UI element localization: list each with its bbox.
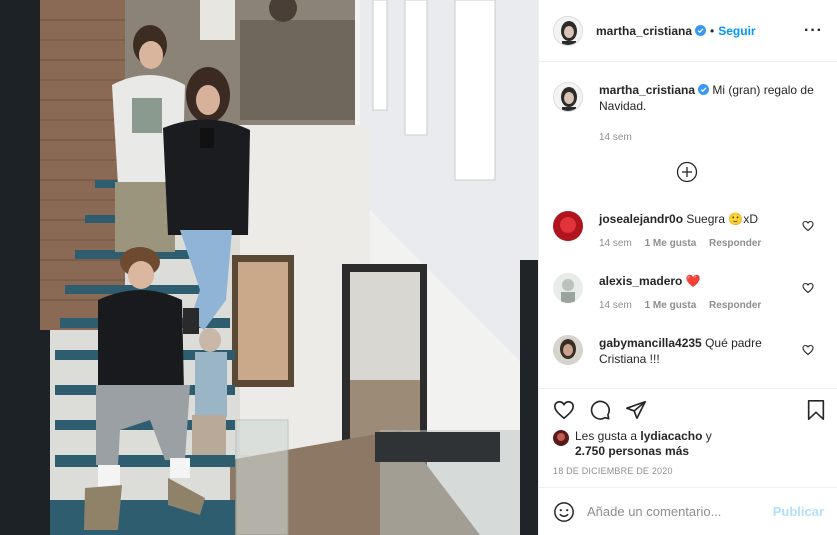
comment-username[interactable]: josealejandr0o bbox=[599, 212, 683, 226]
heart-icon[interactable] bbox=[802, 282, 814, 294]
comment-icon[interactable] bbox=[589, 399, 611, 421]
likes-prefix: Les gusta a bbox=[575, 429, 641, 443]
comment-username[interactable]: alexis_madero bbox=[599, 274, 682, 288]
share-icon[interactable] bbox=[625, 399, 647, 421]
verified-badge-icon bbox=[695, 25, 707, 36]
likes-summary: Les gusta a lydiacacho y 2.750 personas … bbox=[539, 429, 837, 459]
comments-list[interactable]: martha_cristiana Mi (gran) regalo de Nav… bbox=[539, 63, 837, 387]
post-actions: Les gusta a lydiacacho y 2.750 personas … bbox=[539, 388, 837, 476]
caption-avatar[interactable] bbox=[553, 82, 583, 112]
post-date[interactable]: 18 DE DICIEMBRE DE 2020 bbox=[539, 459, 837, 476]
likes-count[interactable]: 2.750 personas más bbox=[575, 444, 689, 458]
separator-dot: • bbox=[710, 23, 715, 38]
heart-icon[interactable] bbox=[553, 399, 575, 421]
caption-time[interactable]: 14 sem bbox=[599, 132, 632, 143]
post-photo[interactable] bbox=[0, 0, 538, 535]
verified-badge-icon bbox=[698, 84, 710, 95]
follow-button[interactable]: Seguir bbox=[718, 24, 755, 38]
commenter-avatar[interactable] bbox=[553, 273, 583, 303]
save-icon[interactable] bbox=[805, 399, 827, 421]
emoji-icon[interactable] bbox=[553, 501, 575, 523]
reply-button[interactable]: Responder bbox=[709, 238, 761, 249]
load-more-icon[interactable] bbox=[676, 161, 698, 183]
liker-username[interactable]: lydiacacho bbox=[640, 429, 702, 443]
post-caption: martha_cristiana Mi (gran) regalo de Nav… bbox=[539, 63, 837, 146]
comment-time[interactable]: 14 sem bbox=[599, 238, 632, 249]
reply-button[interactable]: Responder bbox=[709, 300, 761, 311]
comment-item: gabymancilla4235 Qué padre Cristiana !!! bbox=[553, 335, 828, 367]
heart-icon[interactable] bbox=[802, 220, 814, 232]
comment-likes[interactable]: 1 Me gusta bbox=[645, 300, 697, 311]
publish-button[interactable]: Publicar bbox=[773, 504, 824, 519]
more-options-icon[interactable]: ··· bbox=[804, 22, 823, 40]
post-header: martha_cristiana • Seguir ··· bbox=[539, 0, 837, 62]
post-panel: martha_cristiana • Seguir ··· martha_cri… bbox=[538, 0, 837, 535]
comment-item: alexis_madero ❤️ 14 sem 1 Me gusta Respo… bbox=[553, 273, 828, 314]
commenter-avatar[interactable] bbox=[553, 211, 583, 241]
comment-username[interactable]: gabymancilla4235 bbox=[599, 336, 702, 350]
heart-icon[interactable] bbox=[802, 344, 814, 356]
comment-likes[interactable]: 1 Me gusta bbox=[645, 238, 697, 249]
comment-text: Suegra 🙂xD bbox=[683, 212, 759, 226]
likes-mid: y bbox=[702, 429, 712, 443]
add-comment-bar: Publicar bbox=[539, 487, 837, 535]
comment-item: josealejandr0o Suegra 🙂xD 14 sem 1 Me gu… bbox=[553, 211, 828, 252]
caption-username[interactable]: martha_cristiana bbox=[599, 83, 695, 97]
liker-avatar[interactable] bbox=[553, 430, 569, 446]
author-username[interactable]: martha_cristiana bbox=[596, 24, 692, 38]
commenter-avatar[interactable] bbox=[553, 335, 583, 365]
comment-input[interactable] bbox=[587, 504, 773, 519]
author-avatar[interactable] bbox=[553, 15, 583, 46]
comment-text: ❤️ bbox=[682, 274, 701, 288]
comment-time[interactable]: 14 sem bbox=[599, 300, 632, 311]
